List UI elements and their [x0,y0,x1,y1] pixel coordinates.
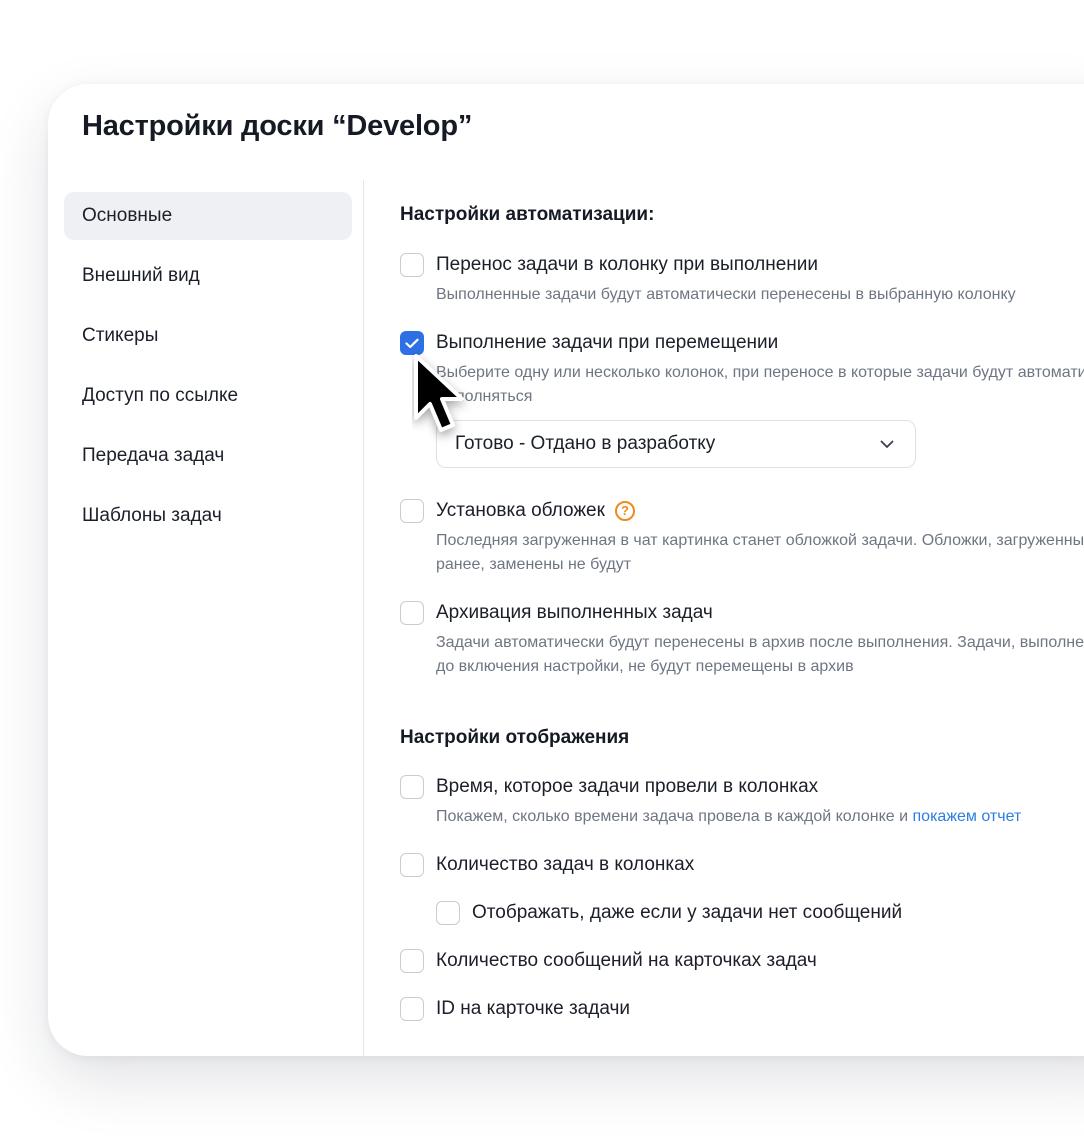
sidebar-item-link-access[interactable]: Доступ по ссылке [64,372,352,420]
check-icon [405,338,419,348]
task-count-checkbox[interactable] [400,853,424,877]
message-count-label: Количество сообщений на карточках задач [436,950,817,971]
sidebar-item-appearance[interactable]: Внешний вид [64,252,352,300]
show-without-messages-label: Отображать, даже если у задачи нет сообщ… [472,902,903,923]
archive-description: Задачи автоматически будут перенесены в … [436,634,1084,675]
done-on-move-label: Выполнение задачи при перемещении [436,332,779,353]
chevron-down-icon [880,440,894,448]
sidebar-item-task-templates[interactable]: Шаблоны задач [64,492,352,540]
covers-description: Последняя загруженная в чат картинка ста… [436,532,1084,573]
option-card-id: ID на карточке задачи [400,996,630,1022]
sidebar-item-general[interactable]: Основные [64,192,352,240]
settings-sidebar: Основные Внешний вид Стикеры Доступ по с… [64,192,352,552]
time-in-columns-label: Время, которое задачи провели в колонках [436,776,819,797]
show-without-messages-checkbox[interactable] [436,901,460,925]
sidebar-item-task-transfer[interactable]: Передача задач [64,432,352,480]
card-id-checkbox[interactable] [400,997,424,1021]
help-icon[interactable]: ? [614,501,635,521]
task-count-label: Количество задач в колонках [436,854,695,875]
board-settings-dialog: Настройки доски “Develop” Основные Внешн… [48,84,1084,1056]
time-in-columns-description: Покажем, сколько времени задача провела … [436,805,1021,829]
message-count-checkbox[interactable] [400,949,424,973]
card-id-label: ID на карточке задачи [436,998,630,1019]
option-show-without-messages: Отображать, даже если у задачи нет сообщ… [436,900,902,926]
show-report-link[interactable]: покажем отчет [913,808,1022,825]
automation-section-title: Настройки автоматизации: [400,204,655,225]
done-columns-select-value: Готово - Отдано в разработку [455,433,716,454]
option-move-on-done: Перенос задачи в колонку при выполнении … [400,252,1016,307]
move-on-done-description: Выполненные задачи будут автоматически п… [436,286,1016,303]
sidebar-divider [363,180,364,1056]
screen: Настройки доски “Develop” Основные Внешн… [0,0,1084,1138]
done-columns-select[interactable]: Готово - Отдано в разработку [436,420,916,468]
done-on-move-description: Выберите одну или несколько колонок, при… [436,364,1084,405]
sidebar-item-stickers[interactable]: Стикеры [64,312,352,360]
dialog-title: Настройки доски “Develop” [82,110,473,142]
option-covers: Установка обложек ? Последняя загруженна… [400,498,1084,577]
covers-checkbox[interactable] [400,499,424,523]
option-message-count: Количество сообщений на карточках задач [400,948,817,974]
time-in-columns-description-text: Покажем, сколько времени задача провела … [436,808,913,825]
archive-checkbox[interactable] [400,601,424,625]
option-done-on-move: Выполнение задачи при перемещении Выбери… [400,330,1084,409]
move-on-done-checkbox[interactable] [400,253,424,277]
option-time-in-columns: Время, которое задачи провели в колонках… [400,774,1021,829]
done-on-move-checkbox[interactable] [400,331,424,355]
archive-label: Архивация выполненных задач [436,602,713,623]
option-archive: Архивация выполненных задач Задачи автом… [400,600,1084,679]
move-on-done-label: Перенос задачи в колонку при выполнении [436,254,819,275]
display-section-title: Настройки отображения [400,727,630,748]
option-task-count: Количество задач в колонках [400,852,694,878]
time-in-columns-checkbox[interactable] [400,775,424,799]
covers-label: Установка обложек [436,500,605,521]
